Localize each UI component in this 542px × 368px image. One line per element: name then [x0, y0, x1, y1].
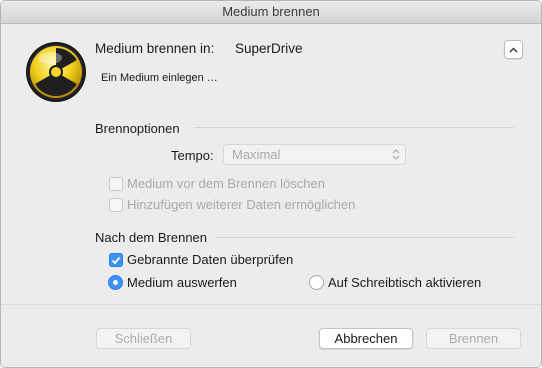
verify-label: Gebrannte Daten überprüfen: [127, 252, 294, 267]
chevron-up-icon: [509, 47, 518, 52]
burn-button[interactable]: Brennen: [426, 328, 521, 349]
erase-checkbox[interactable]: [109, 177, 123, 191]
up-down-arrows-icon: [392, 149, 400, 160]
speed-popup[interactable]: Maximal: [223, 144, 406, 165]
device-name: SuperDrive: [235, 41, 303, 56]
append-label: Hinzufügen weiterer Daten ermöglichen: [127, 197, 356, 212]
eject-radio[interactable]: [108, 275, 123, 290]
burn-dialog-window: Medium brennen Medium brennen in: SuperD…: [0, 0, 542, 368]
footer-separator: [1, 304, 541, 305]
after-burn-heading: Nach dem Brennen: [95, 230, 208, 245]
burn-options-separator: [194, 127, 514, 128]
eject-label: Medium auswerfen: [127, 275, 237, 290]
erase-label: Medium vor dem Brennen löschen: [127, 176, 325, 191]
status-text: Ein Medium einlegen …: [101, 72, 218, 84]
speed-label: Tempo:: [171, 148, 214, 163]
mount-label: Auf Schreibtisch aktivieren: [328, 275, 482, 290]
close-button[interactable]: Schließen: [96, 328, 191, 349]
disclosure-button[interactable]: [504, 40, 523, 59]
burn-in-label: Medium brennen in:: [95, 41, 215, 56]
speed-popup-value: Maximal: [232, 147, 281, 162]
verify-checkbox[interactable]: [109, 253, 123, 267]
burn-options-heading: Brennoptionen: [95, 121, 180, 136]
after-burn-separator: [216, 237, 514, 238]
window-title: Medium brennen: [1, 1, 541, 24]
burn-radiation-icon: [26, 42, 86, 102]
cancel-button[interactable]: Abbrechen: [319, 328, 413, 349]
mount-radio[interactable]: [309, 275, 324, 290]
append-checkbox[interactable]: [109, 198, 123, 212]
checkmark-icon: [111, 256, 121, 264]
